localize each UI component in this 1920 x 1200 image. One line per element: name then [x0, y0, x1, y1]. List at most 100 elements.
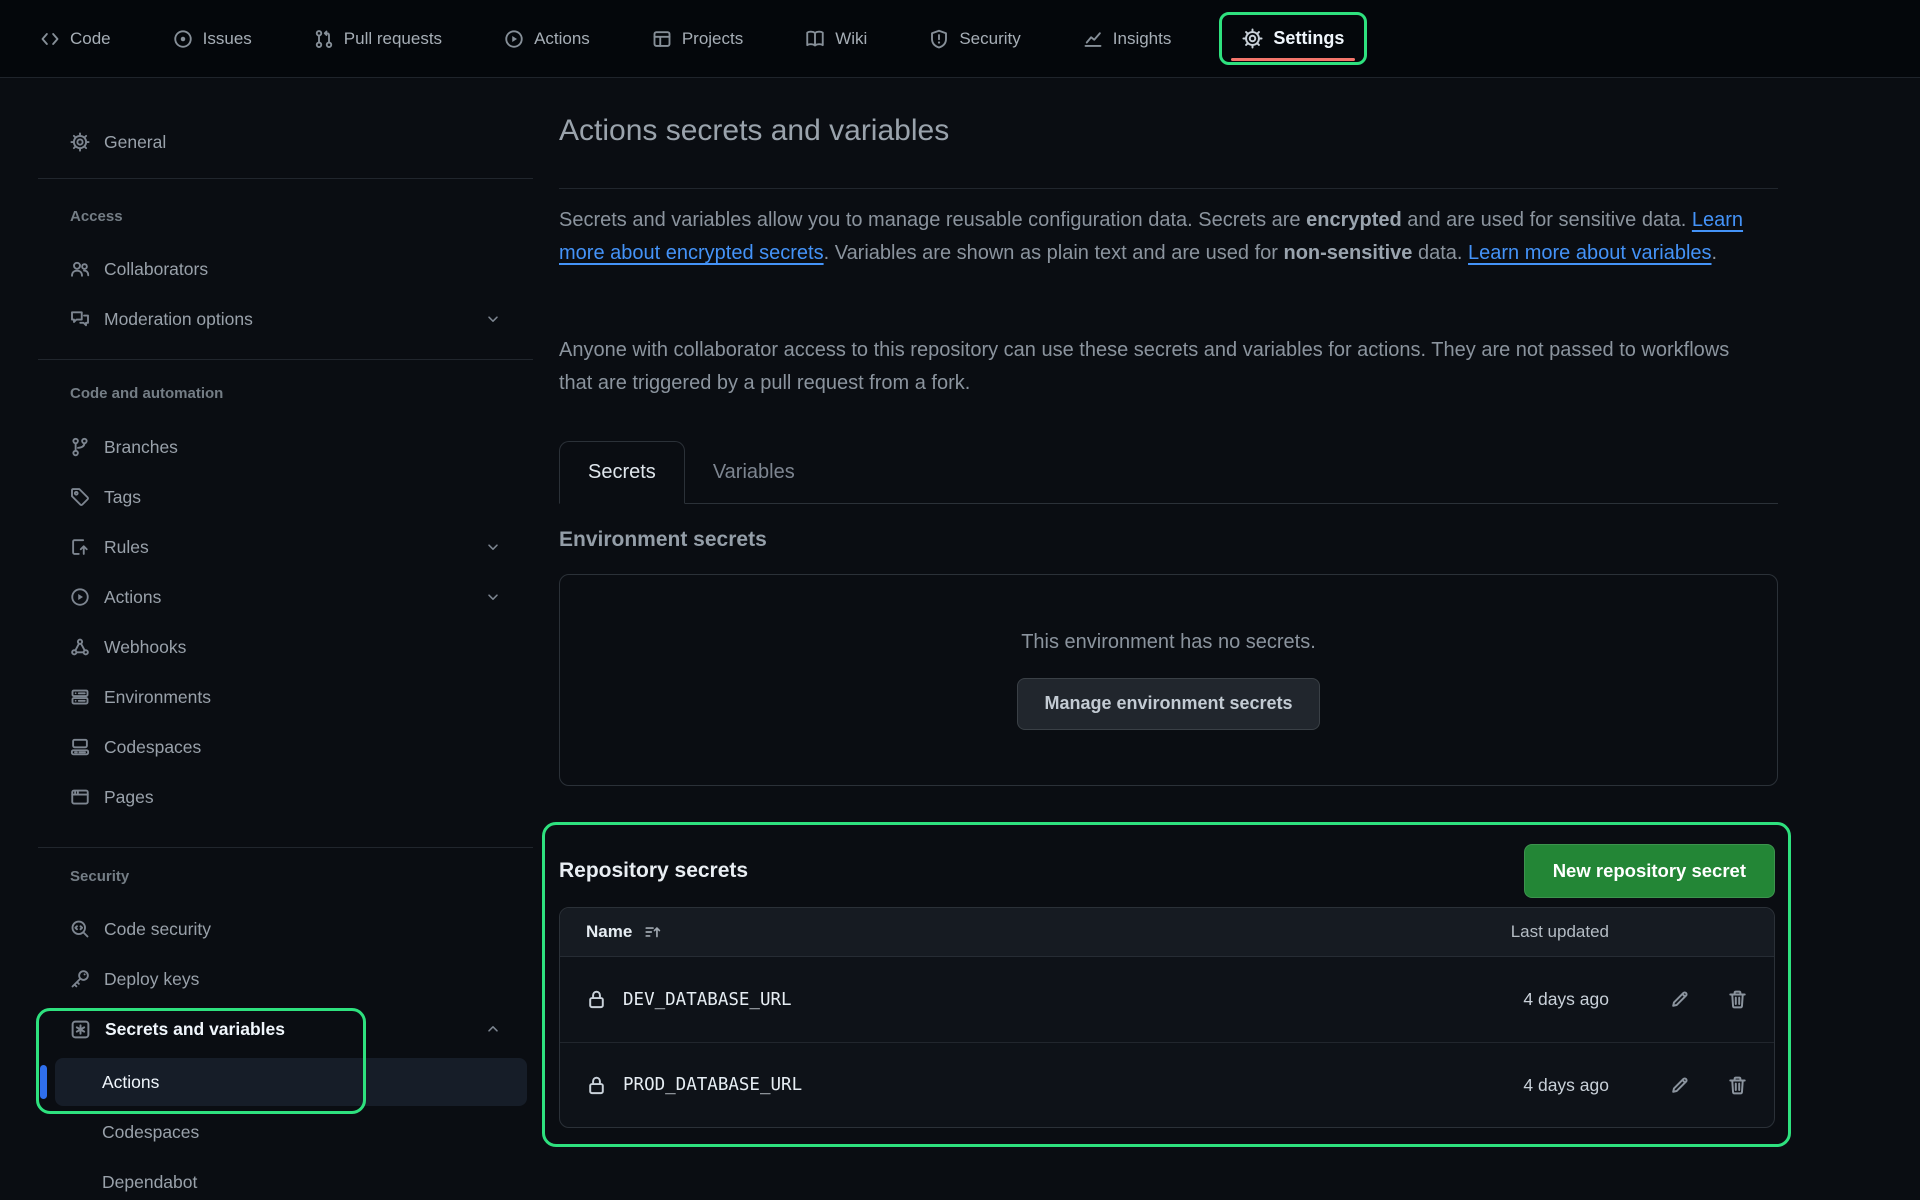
environment-secrets-heading: Environment secrets	[559, 528, 767, 552]
sidebar-item-actions[interactable]: Actions	[37, 572, 527, 622]
environment-empty-message: This environment has no secrets.	[1021, 631, 1316, 654]
intro-text: . Variables are shown as plain text and …	[824, 242, 1284, 264]
play-icon	[70, 587, 90, 607]
settings-content: Actions secrets and variables Secrets an…	[559, 78, 1779, 1200]
tab-pull-requests[interactable]: Pull requests	[314, 29, 442, 49]
row-actions	[1609, 981, 1756, 1019]
secret-name: PROD_DATABASE_URL	[623, 1075, 802, 1095]
sidebar-item-secrets-and-variables[interactable]: Secrets and variables	[37, 1004, 527, 1054]
sidebar-item-moderation-options-label: Moderation options	[104, 309, 253, 330]
gear-icon	[70, 132, 90, 152]
chevron-down-icon	[485, 539, 501, 555]
delete-secret-button[interactable]	[1718, 1066, 1756, 1104]
delete-secret-button[interactable]	[1718, 981, 1756, 1019]
people-icon	[70, 259, 90, 279]
tab-code-label: Code	[70, 29, 111, 49]
table-row: DEV_DATABASE_URL 4 days ago	[560, 957, 1774, 1042]
repository-secrets-table: Name Last updated DEV_DATABASE_URL 4 day…	[559, 907, 1775, 1128]
active-tab-underline	[1231, 58, 1355, 61]
tab-variables[interactable]: Variables	[685, 441, 823, 503]
sidebar-item-actions-label: Actions	[104, 587, 161, 608]
asterisk-box-icon	[70, 1019, 91, 1040]
tab-projects[interactable]: Projects	[652, 29, 743, 49]
sort-ascending-icon	[644, 923, 662, 941]
chevron-down-icon	[485, 311, 501, 327]
intro-bold-encrypted: encrypted	[1306, 209, 1402, 231]
edit-secret-button[interactable]	[1660, 981, 1698, 1019]
collaborator-access-paragraph: Anyone with collaborator access to this …	[559, 334, 1754, 400]
edit-secret-button[interactable]	[1660, 1066, 1698, 1104]
secret-last-updated: 4 days ago	[1409, 989, 1609, 1010]
rules-icon	[70, 537, 90, 557]
intro-text: Secrets and variables allow you to manag…	[559, 209, 1306, 231]
trash-icon	[1727, 989, 1748, 1010]
manage-environment-secrets-button[interactable]: Manage environment secrets	[1017, 678, 1319, 730]
intro-text: and are used for sensitive data.	[1402, 209, 1692, 231]
sidebar-item-branches[interactable]: Branches	[37, 422, 527, 472]
gear-icon	[1242, 28, 1263, 49]
intro-paragraph: Secrets and variables allow you to manag…	[559, 204, 1754, 270]
comment-discussion-icon	[70, 309, 90, 329]
sidebar-item-codespaces[interactable]: Codespaces	[37, 722, 527, 772]
sidebar-subitem-dependabot[interactable]: Dependabot	[55, 1158, 527, 1200]
new-repository-secret-button[interactable]: New repository secret	[1524, 844, 1775, 898]
git-pull-request-icon	[314, 29, 334, 49]
secret-name-cell: DEV_DATABASE_URL	[586, 989, 1409, 1010]
tab-wiki[interactable]: Wiki	[805, 29, 867, 49]
tab-pull-requests-label: Pull requests	[344, 29, 442, 49]
projects-table-icon	[652, 29, 672, 49]
column-header-name[interactable]: Name	[586, 922, 1409, 942]
sidebar-item-moderation-options[interactable]: Moderation options	[37, 294, 527, 344]
sidebar-subitem-codespaces[interactable]: Codespaces	[55, 1108, 527, 1156]
sidebar-item-webhooks[interactable]: Webhooks	[37, 622, 527, 672]
sidebar-subitem-dependabot-label: Dependabot	[102, 1172, 197, 1193]
sidebar-item-pages-label: Pages	[104, 787, 154, 808]
code-icon	[40, 29, 60, 49]
intro-text: data.	[1412, 242, 1468, 264]
sidebar-subitem-actions[interactable]: Actions	[55, 1058, 527, 1106]
sidebar-section-code-automation: Code and automation	[70, 385, 223, 402]
tab-issues-label: Issues	[203, 29, 252, 49]
sidebar-item-code-security[interactable]: Code security	[37, 904, 527, 954]
tab-actions[interactable]: Actions	[504, 29, 590, 49]
tab-settings[interactable]: Settings	[1242, 28, 1344, 49]
settings-sidebar: General Access Collaborators Moderation …	[0, 78, 533, 1200]
sidebar-item-code-security-label: Code security	[104, 919, 211, 940]
tab-security-label: Security	[959, 29, 1020, 49]
sidebar-subitem-actions-label: Actions	[102, 1072, 159, 1093]
webhook-icon	[70, 637, 90, 657]
sidebar-item-general[interactable]: General	[37, 117, 527, 167]
secrets-variables-tabnav: Secrets Variables	[559, 441, 1778, 504]
intro-bold-non-sensitive: non-sensitive	[1284, 242, 1413, 264]
tab-security[interactable]: Security	[929, 29, 1020, 49]
sidebar-item-deploy-keys[interactable]: Deploy keys	[37, 954, 527, 1004]
pencil-icon	[1669, 989, 1690, 1010]
chevron-down-icon	[485, 589, 501, 605]
annotation-settings-highlight: Settings	[1219, 12, 1367, 65]
tab-projects-label: Projects	[682, 29, 743, 49]
tab-code[interactable]: Code	[40, 29, 111, 49]
sidebar-item-environments[interactable]: Environments	[37, 672, 527, 722]
trash-icon	[1727, 1075, 1748, 1096]
tab-issues[interactable]: Issues	[173, 29, 252, 49]
server-icon	[70, 687, 90, 707]
tab-settings-label: Settings	[1273, 28, 1344, 49]
sidebar-item-tags[interactable]: Tags	[37, 472, 527, 522]
sidebar-item-pages[interactable]: Pages	[37, 772, 527, 822]
repository-secrets-heading: Repository secrets	[559, 859, 748, 883]
sidebar-item-rules[interactable]: Rules	[37, 522, 527, 572]
sidebar-section-security: Security	[70, 868, 129, 885]
repo-tab-nav: Code Issues Pull requests Actions Projec…	[0, 0, 1920, 78]
sidebar-subitem-codespaces-label: Codespaces	[102, 1122, 199, 1143]
tab-wiki-label: Wiki	[835, 29, 867, 49]
link-variables[interactable]: Learn more about variables	[1468, 242, 1711, 264]
sidebar-item-collaborators[interactable]: Collaborators	[37, 244, 527, 294]
tab-actions-label: Actions	[534, 29, 590, 49]
tab-insights[interactable]: Insights	[1083, 29, 1172, 49]
shield-icon	[929, 29, 949, 49]
tab-secrets[interactable]: Secrets	[559, 441, 685, 504]
sidebar-item-codespaces-label: Codespaces	[104, 737, 201, 758]
codescan-icon	[70, 919, 90, 939]
sidebar-divider	[38, 359, 533, 360]
sidebar-section-access: Access	[70, 208, 123, 225]
